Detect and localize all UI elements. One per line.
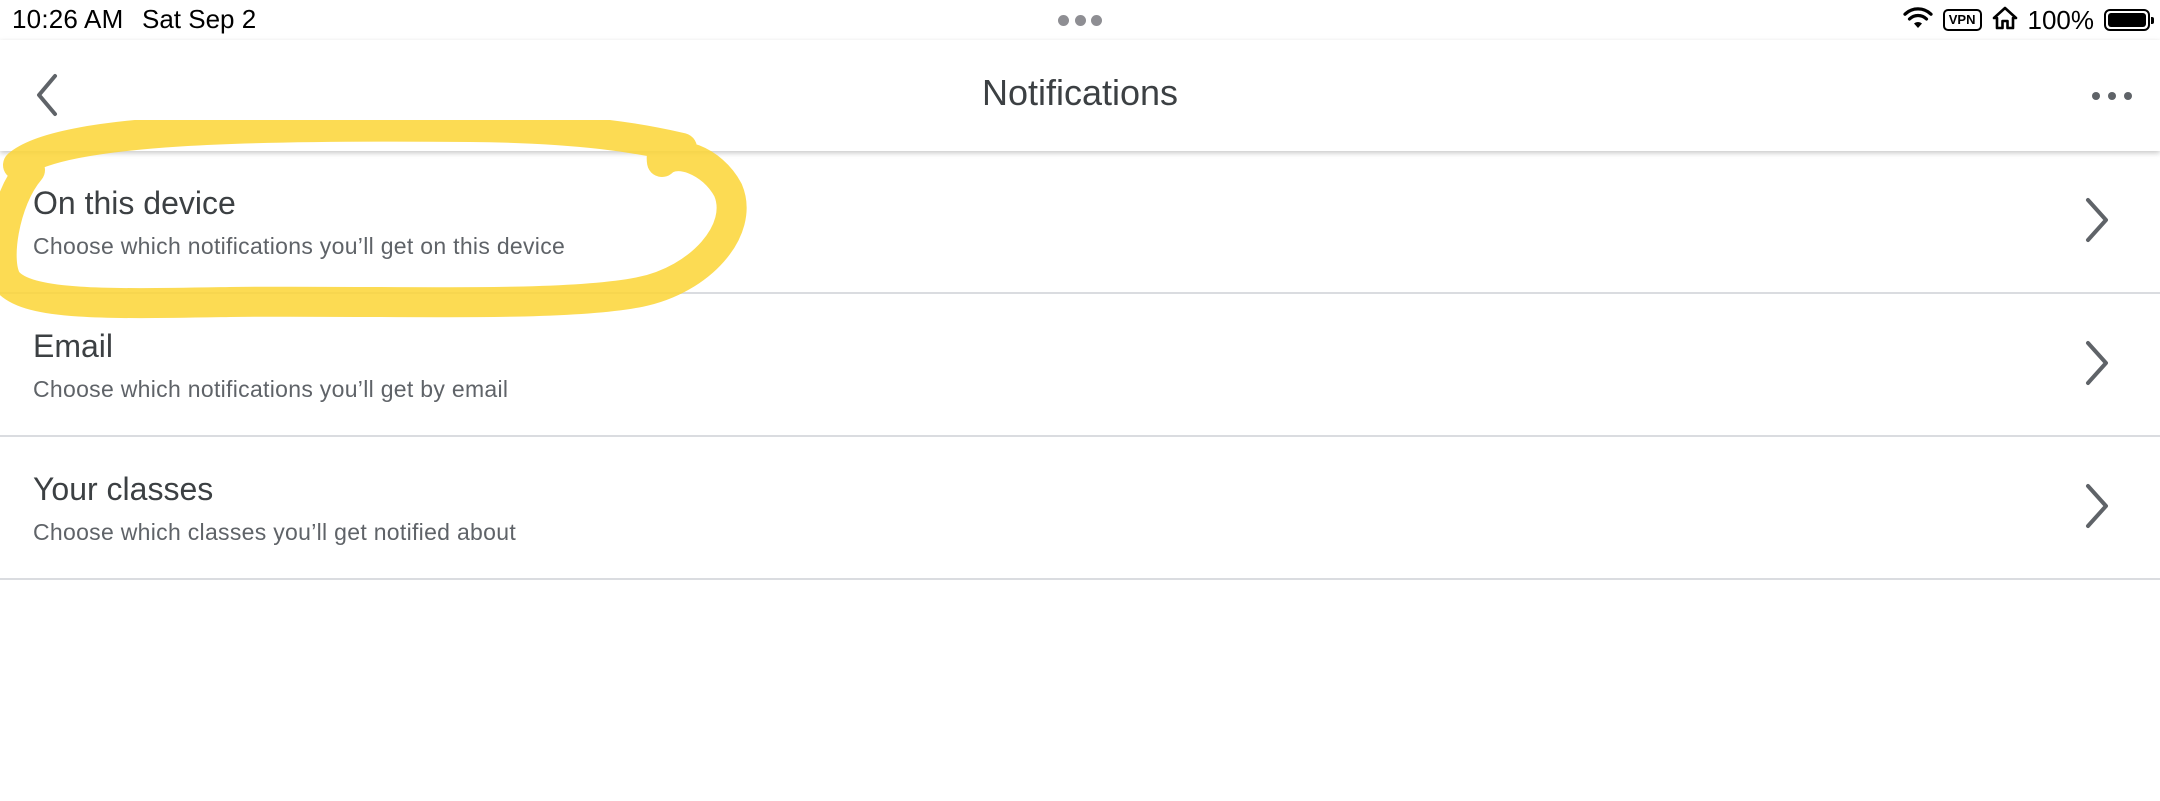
notifications-screen: 10:26 AM Sat Sep 2 VPN 100% Notification… — [0, 0, 2160, 801]
home-icon — [1992, 6, 2018, 35]
battery-level-fill — [2108, 13, 2146, 27]
list-item-subtitle: Choose which notifications you’ll get by… — [33, 376, 509, 402]
status-bar: 10:26 AM Sat Sep 2 VPN 100% — [0, 0, 2160, 40]
list-item-email[interactable]: Email Choose which notifications you’ll … — [0, 294, 2160, 437]
list-item-title: Your classes — [33, 471, 214, 507]
battery-icon — [2104, 9, 2154, 31]
chevron-right-icon — [2086, 484, 2108, 528]
status-date: Sat Sep 2 — [142, 4, 257, 34]
list-item-subtitle: Choose which classes you’ll get notified… — [33, 519, 517, 545]
notification-settings-list: On this device Choose which notification… — [0, 151, 2160, 580]
page-title: Notifications — [981, 72, 1179, 113]
chevron-right-icon — [2086, 198, 2108, 242]
status-time: 10:26 AM — [12, 4, 124, 34]
more-options-button[interactable] — [2092, 78, 2132, 114]
battery-percent: 100% — [2027, 4, 2095, 35]
wifi-icon — [1903, 6, 1933, 35]
list-item-title: Email — [33, 328, 114, 364]
vpn-icon: VPN — [1942, 9, 1982, 31]
multitasking-dots-icon[interactable] — [1058, 14, 1102, 26]
list-item-title: On this device — [33, 185, 236, 221]
more-horizontal-icon — [2092, 92, 2100, 100]
status-indicators: VPN 100% — [1893, 4, 2154, 36]
app-bar: Notifications — [0, 40, 2160, 151]
list-item-on-this-device[interactable]: On this device Choose which notification… — [0, 151, 2160, 294]
chevron-right-icon — [2086, 341, 2108, 385]
list-item-subtitle: Choose which notifications you’ll get on… — [33, 233, 566, 259]
list-item-your-classes[interactable]: Your classes Choose which classes you’ll… — [0, 437, 2160, 580]
